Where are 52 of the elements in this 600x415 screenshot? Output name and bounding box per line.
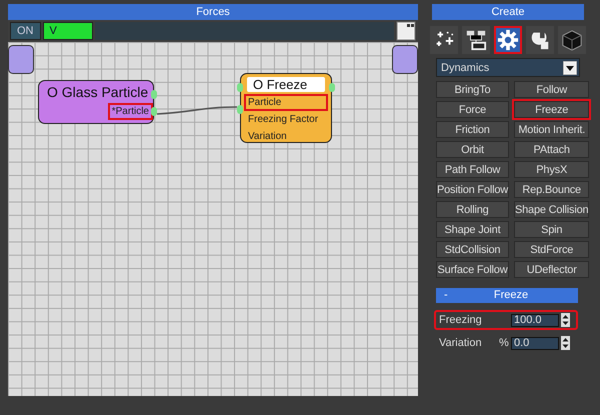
rollout-title-text: Freeze <box>492 288 530 303</box>
toolbar-button[interactable]: V <box>42 22 92 40</box>
operator-button[interactable]: StdCollision <box>436 241 509 258</box>
panel-tab[interactable] <box>526 26 554 54</box>
panel-tab[interactable] <box>558 26 586 54</box>
dropdown-arrow-icon <box>563 60 577 74</box>
operator-button[interactable]: BringTo <box>436 81 509 98</box>
category-dropdown[interactable]: Dynamics <box>436 58 580 77</box>
param-label: Variation <box>439 337 483 349</box>
panel-tab[interactable] <box>494 26 522 54</box>
node-card[interactable]: O Glass Particle *Particle <box>38 80 154 124</box>
operator-button[interactable]: Shape Joint <box>436 221 509 238</box>
operator-button[interactable]: Path Follow <box>436 161 509 178</box>
node-title: O Freeze <box>247 77 325 92</box>
panel-tab[interactable] <box>430 26 458 54</box>
panel-title: Forces <box>8 4 418 20</box>
port-label: Variation <box>247 130 288 144</box>
panel-tab[interactable] <box>462 26 490 54</box>
operator-button[interactable]: PhysX <box>514 161 590 178</box>
operator-button[interactable]: Shape Collision <box>514 201 590 218</box>
collapse-toggle[interactable]: - <box>436 288 474 303</box>
operator-button[interactable]: Follow <box>514 81 590 98</box>
operator-button[interactable]: Position Follow <box>436 181 509 198</box>
operator-button[interactable]: Rolling <box>436 201 509 218</box>
operator-button[interactable]: Surface Follow <box>436 261 509 278</box>
node-stub <box>8 45 34 74</box>
panel-title: Create <box>432 4 584 20</box>
operator-button[interactable]: Motion Inherit. <box>514 121 590 138</box>
spinner-icon <box>561 313 570 327</box>
port-label: Freezing Factor <box>247 113 320 127</box>
param-label: Freezing <box>439 314 483 326</box>
operator-button[interactable]: StdForce <box>514 241 590 258</box>
spinner-icon <box>561 336 570 350</box>
operator-button[interactable]: PAttach <box>514 141 590 158</box>
operator-button[interactable]: Force <box>436 101 509 118</box>
operator-button[interactable]: Spin <box>514 221 590 238</box>
node-card[interactable]: O Freeze Particle Freezing Factor Variation <box>240 73 332 143</box>
operator-button[interactable]: Rep.Bounce <box>514 181 590 198</box>
cube-icon <box>561 28 583 52</box>
number-field[interactable]: 0.0 <box>511 336 559 350</box>
hierarchy-icon <box>465 28 487 52</box>
node-stub <box>392 45 418 74</box>
operator-button[interactable]: Freeze <box>514 101 590 118</box>
unit-label: % <box>499 337 510 349</box>
operator-button[interactable]: UDeflector <box>514 261 590 278</box>
gear-icon <box>497 28 519 52</box>
operator-button[interactable]: Orbit <box>436 141 509 158</box>
node-title: O Glass Particle <box>46 83 150 102</box>
port-label: Particle <box>244 94 328 111</box>
toolbar-button[interactable]: ON <box>10 22 40 40</box>
number-field[interactable]: 100.0 <box>511 314 559 326</box>
operator-button[interactable]: Friction <box>436 121 509 138</box>
